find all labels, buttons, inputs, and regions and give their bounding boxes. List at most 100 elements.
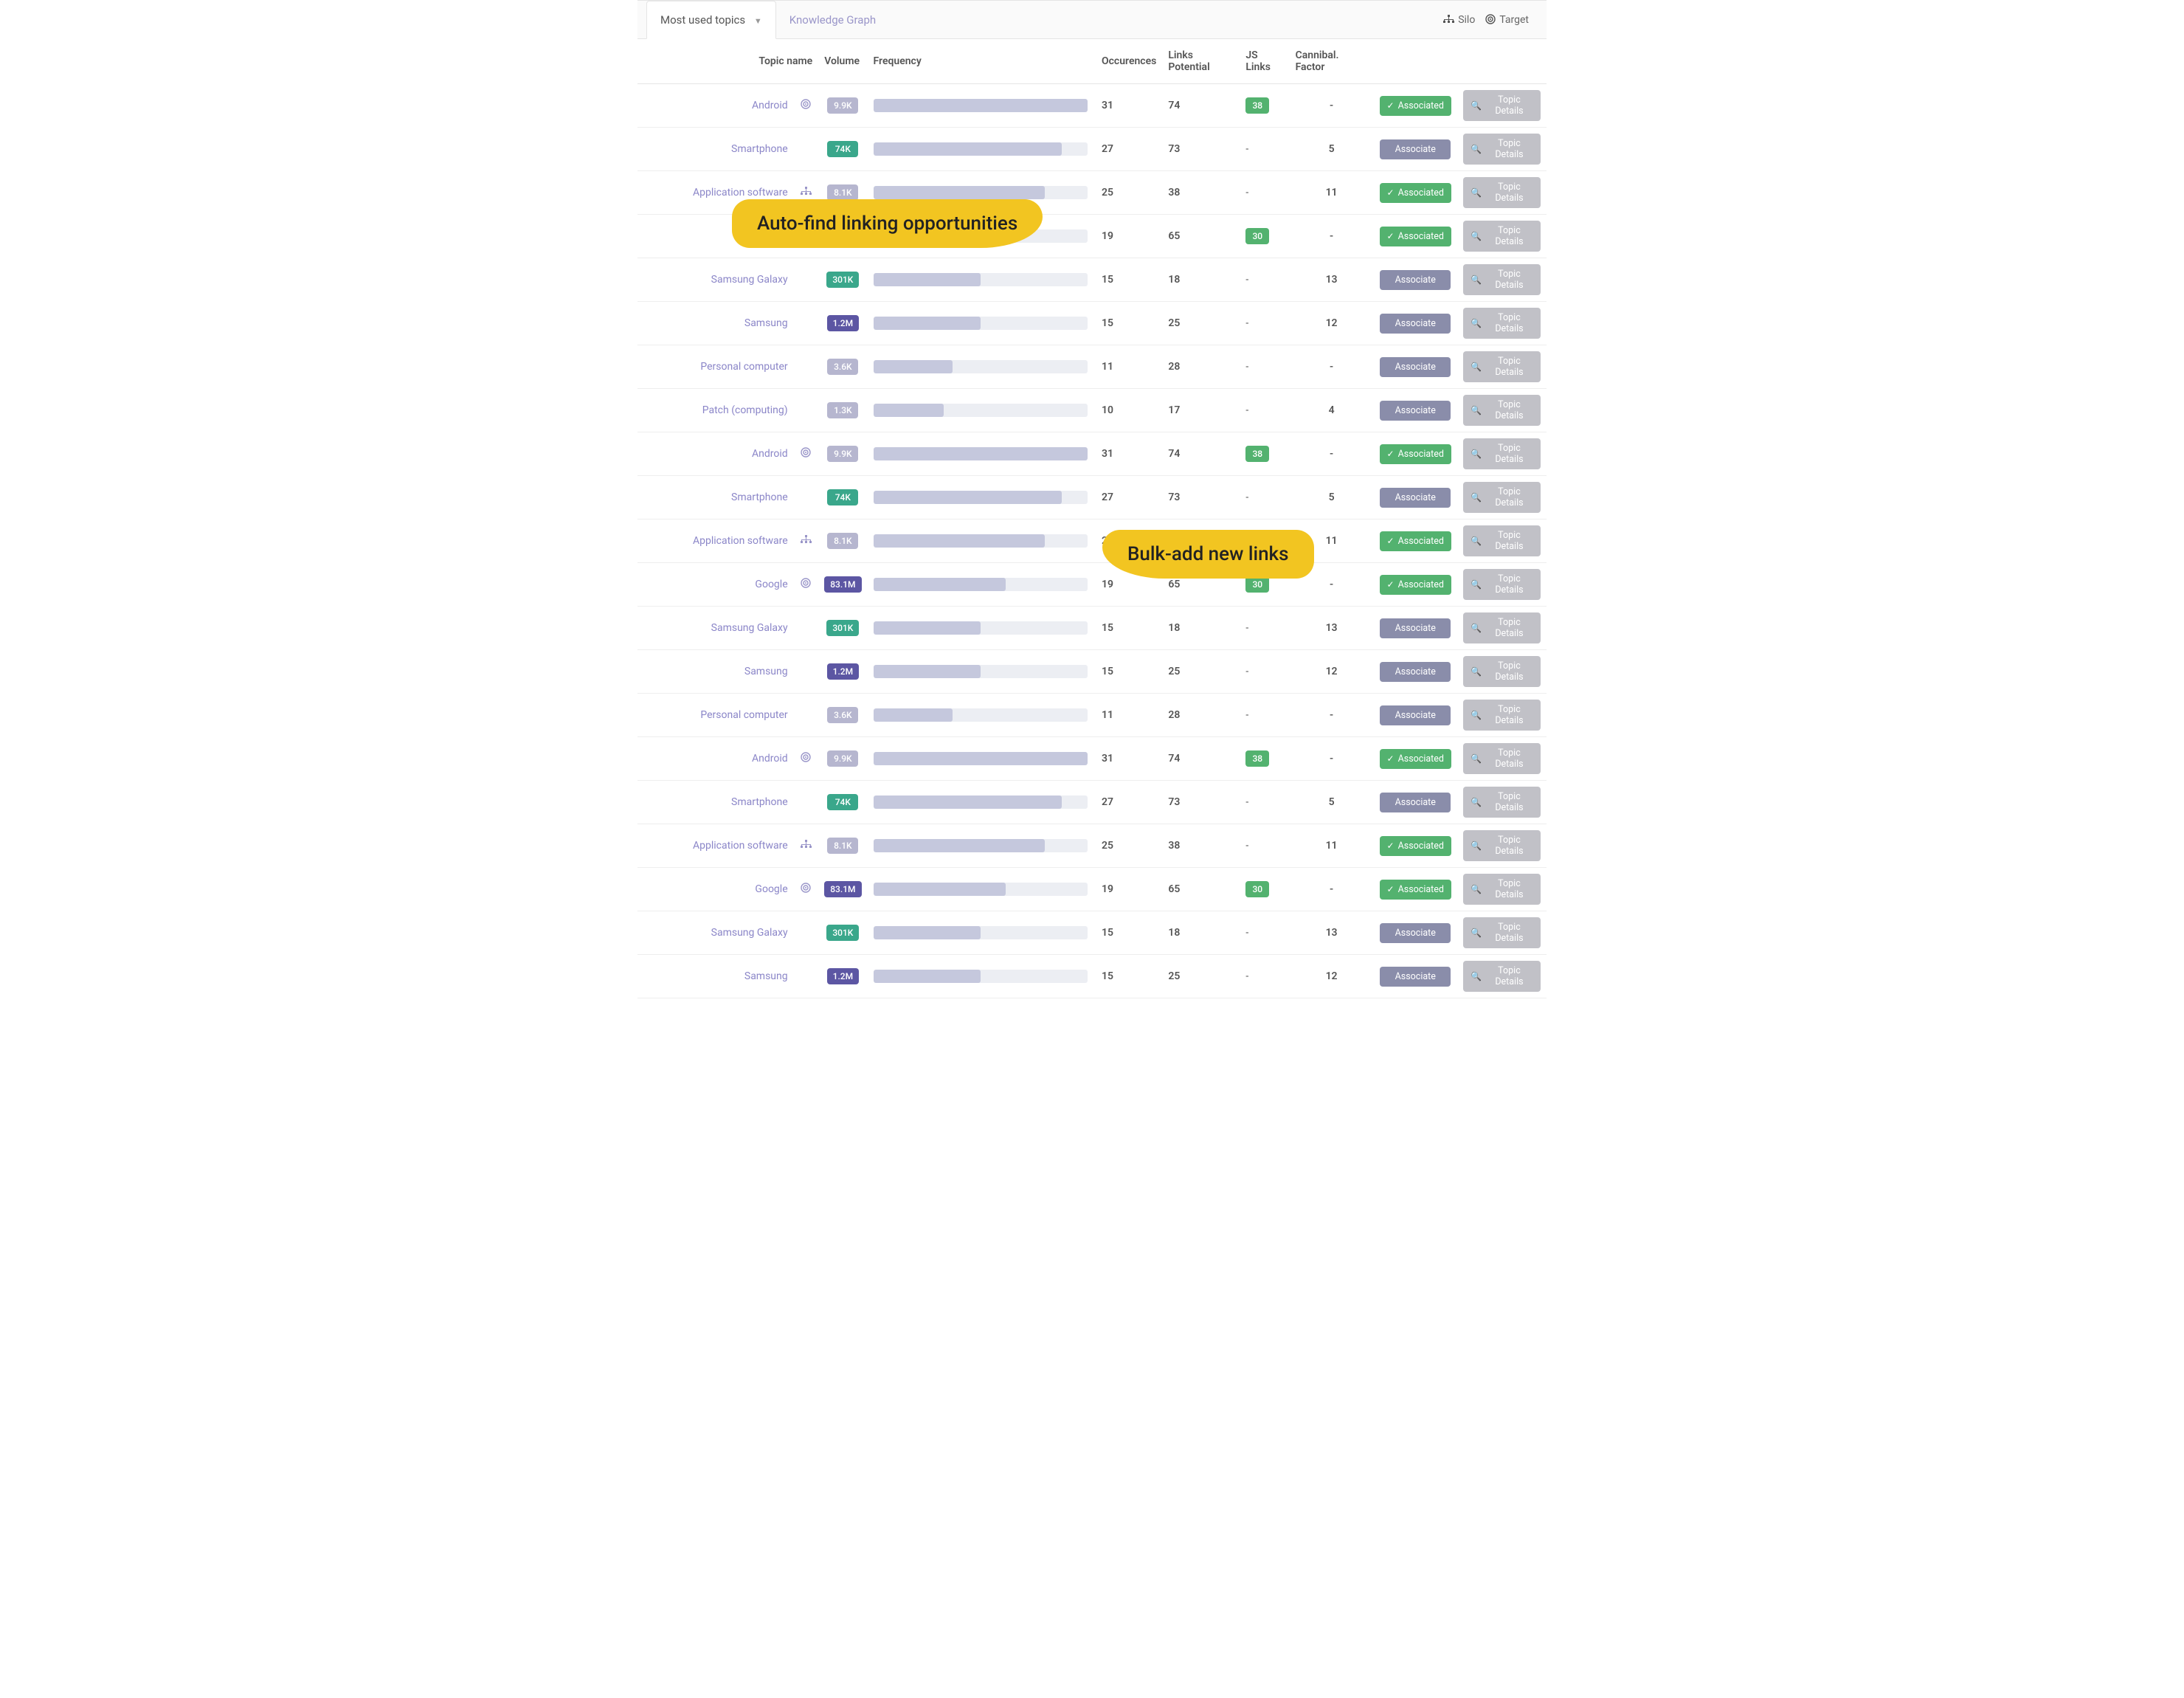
target-action[interactable]: Target — [1485, 13, 1529, 27]
topic-details-button[interactable]: 🔍Topic Details — [1463, 612, 1541, 643]
links-potential-value: 25 — [1162, 955, 1240, 998]
topic-link[interactable]: Android — [643, 100, 788, 111]
topic-details-button[interactable]: 🔍Topic Details — [1463, 743, 1541, 774]
topic-link[interactable]: Samsung Galaxy — [643, 927, 788, 939]
topic-details-button[interactable]: 🔍Topic Details — [1463, 874, 1541, 905]
topic-details-button[interactable]: 🔍Topic Details — [1463, 569, 1541, 600]
associated-button[interactable]: ✓Associated — [1380, 227, 1451, 246]
topic-details-button[interactable]: 🔍Topic Details — [1463, 90, 1541, 121]
links-potential-value: 65 — [1162, 868, 1240, 911]
js-links-value: - — [1245, 970, 1248, 982]
topic-link[interactable]: Google — [643, 883, 788, 895]
topic-details-button[interactable]: 🔍Topic Details — [1463, 830, 1541, 861]
volume-badge: 74K — [827, 141, 858, 157]
associate-button[interactable]: Associate — [1380, 401, 1451, 421]
associated-button[interactable]: ✓Associated — [1380, 880, 1451, 900]
associate-button[interactable]: Associate — [1380, 705, 1451, 725]
associated-button[interactable]: ✓Associated — [1380, 444, 1451, 464]
topic-link[interactable]: Patch (computing) — [643, 404, 788, 416]
topic-details-button[interactable]: 🔍Topic Details — [1463, 177, 1541, 208]
silo-action[interactable]: Silo — [1443, 13, 1475, 27]
col-cannibal-factor: Cannibal. Factor — [1290, 39, 1374, 84]
topic-link[interactable]: Android — [643, 753, 788, 765]
btn-label: Associate — [1395, 666, 1436, 677]
associate-button[interactable]: Associate — [1380, 139, 1451, 159]
links-potential-value: 65 — [1162, 215, 1240, 258]
target-icon — [801, 447, 811, 460]
associated-button[interactable]: ✓Associated — [1380, 183, 1451, 203]
associated-button[interactable]: ✓Associated — [1380, 749, 1451, 769]
topic-link[interactable]: Personal computer — [643, 709, 788, 721]
topic-link[interactable]: Samsung — [643, 317, 788, 329]
topic-link[interactable]: Smartphone — [643, 491, 788, 503]
associate-button[interactable]: Associate — [1380, 314, 1451, 334]
topic-link[interactable]: Samsung — [643, 970, 788, 982]
btn-label: Associate — [1395, 362, 1436, 373]
associated-button[interactable]: ✓Associated — [1380, 575, 1451, 595]
cannibal-factor-value: - — [1290, 432, 1374, 476]
associate-button[interactable]: Associate — [1380, 357, 1451, 377]
table-row: Smartphone 74K 27 73 - 5 Associate 🔍Topi… — [637, 128, 1547, 171]
topic-details-button[interactable]: 🔍Topic Details — [1463, 221, 1541, 252]
tab-label: Most used topics — [660, 13, 745, 27]
topic-link[interactable]: Application software — [643, 840, 788, 852]
table-row: Application software 8.1K 25 38 - 11 ✓As… — [637, 520, 1547, 563]
volume-badge: 1.2M — [827, 315, 859, 331]
topic-details-button[interactable]: 🔍Topic Details — [1463, 787, 1541, 818]
associate-button[interactable]: Associate — [1380, 488, 1451, 508]
js-links-value: - — [1245, 143, 1248, 155]
btn-label: Topic Details — [1485, 573, 1533, 596]
topic-details-button[interactable]: 🔍Topic Details — [1463, 134, 1541, 165]
associated-button[interactable]: ✓Associated — [1380, 96, 1451, 116]
topic-details-button[interactable]: 🔍Topic Details — [1463, 656, 1541, 687]
btn-label: Topic Details — [1485, 704, 1533, 726]
topic-details-button[interactable]: 🔍Topic Details — [1463, 700, 1541, 731]
topic-link[interactable]: Personal computer — [643, 361, 788, 373]
topic-details-button[interactable]: 🔍Topic Details — [1463, 917, 1541, 948]
frequency-bar — [874, 273, 1088, 286]
associate-button[interactable]: Associate — [1380, 662, 1451, 682]
links-potential-value: 25 — [1162, 302, 1240, 345]
associate-button[interactable]: Associate — [1380, 270, 1451, 290]
topic-details-button[interactable]: 🔍Topic Details — [1463, 438, 1541, 469]
topic-details-button[interactable]: 🔍Topic Details — [1463, 961, 1541, 992]
topic-link[interactable]: Application software — [643, 187, 788, 199]
topic-details-button[interactable]: 🔍Topic Details — [1463, 525, 1541, 556]
associated-button[interactable]: ✓Associated — [1380, 836, 1451, 856]
cannibal-factor-value: - — [1290, 694, 1374, 737]
links-potential-value: 17 — [1162, 389, 1240, 432]
topic-link[interactable]: Android — [643, 448, 788, 460]
tab-knowledge-graph[interactable]: Knowledge Graph — [776, 1, 889, 38]
callout-bulk-add: Bulk-add new links — [1102, 530, 1314, 579]
topic-details-button[interactable]: 🔍Topic Details — [1463, 308, 1541, 339]
callout-auto-find: Auto-find linking opportunities — [732, 199, 1043, 248]
associate-button[interactable]: Associate — [1380, 618, 1451, 638]
topic-link[interactable]: Samsung Galaxy — [643, 274, 788, 286]
associate-button[interactable]: Associate — [1380, 793, 1451, 812]
topic-link[interactable]: Application software — [643, 535, 788, 547]
volume-badge: 3.6K — [827, 359, 858, 375]
tab-most-used-topics[interactable]: Most used topics ▼ — [646, 1, 776, 39]
search-icon: 🔍 — [1471, 710, 1482, 720]
links-potential-value: 73 — [1162, 476, 1240, 520]
topic-link[interactable]: Samsung — [643, 666, 788, 677]
frequency-bar — [874, 708, 1088, 722]
btn-label: Associate — [1395, 144, 1436, 155]
topic-link[interactable]: Google — [643, 579, 788, 590]
topic-link[interactable]: Smartphone — [643, 143, 788, 155]
topic-details-button[interactable]: 🔍Topic Details — [1463, 395, 1541, 426]
volume-badge: 1.3K — [827, 402, 858, 418]
frequency-bar — [874, 752, 1088, 765]
frequency-bar — [874, 578, 1088, 591]
associated-button[interactable]: ✓Associated — [1380, 531, 1451, 551]
btn-label: Topic Details — [1485, 138, 1533, 160]
associate-button[interactable]: Associate — [1380, 967, 1451, 987]
topic-details-button[interactable]: 🔍Topic Details — [1463, 351, 1541, 382]
associate-button[interactable]: Associate — [1380, 923, 1451, 943]
topic-details-button[interactable]: 🔍Topic Details — [1463, 482, 1541, 513]
topic-link[interactable]: Smartphone — [643, 796, 788, 808]
topic-link[interactable]: Samsung Galaxy — [643, 622, 788, 634]
topic-details-button[interactable]: 🔍Topic Details — [1463, 264, 1541, 295]
table-row: Google 83.1M 19 65 30 - ✓Associated 🔍Top… — [637, 868, 1547, 911]
cannibal-factor-value: 13 — [1290, 911, 1374, 955]
